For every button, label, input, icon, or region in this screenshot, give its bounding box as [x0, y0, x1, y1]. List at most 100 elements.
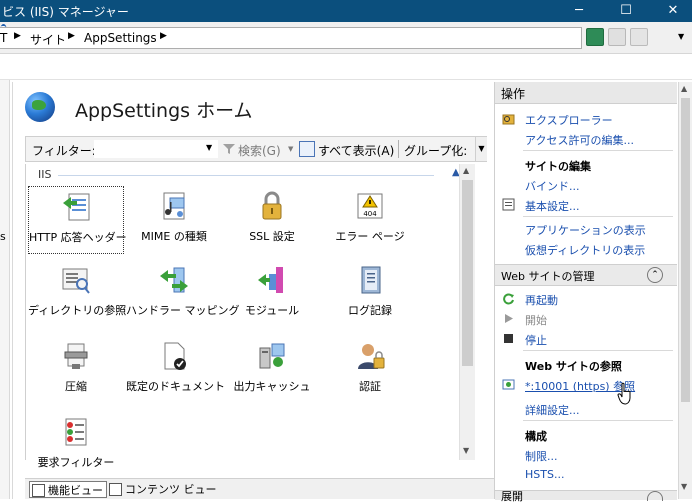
show-all-button[interactable]: すべて表示(A): [318, 142, 394, 159]
tab-features-view[interactable]: 機能ビュー: [29, 481, 107, 498]
funnel-icon: [223, 144, 235, 154]
scroll-thumb[interactable]: [681, 98, 690, 402]
help-dropdown-icon[interactable]: ▼: [678, 32, 684, 41]
go-icon[interactable]: [586, 28, 604, 46]
tab-label: コンテンツ ビュー: [125, 483, 217, 496]
http-response-headers-icon: [63, 193, 90, 221]
manage-website-section[interactable]: Web サイトの管理 ⌃: [495, 264, 677, 286]
connections-panel-edge: s: [0, 80, 10, 499]
feature-label: ディレクトリの参照: [28, 304, 127, 317]
feature-directory-browsing[interactable]: ディレクトリの参照: [28, 260, 127, 328]
actions-header-label: 操作: [501, 87, 526, 101]
features-view-icon: [32, 484, 45, 497]
error-404-badge: 404: [363, 210, 377, 218]
scroll-down-icon[interactable]: ▼: [681, 482, 687, 491]
scroll-thumb[interactable]: [462, 180, 473, 366]
collapse-icon[interactable]: [647, 491, 663, 501]
stop-icon[interactable]: [608, 28, 626, 46]
group-divider: [58, 175, 434, 176]
filter-label: フィルター:: [32, 144, 96, 158]
output-caching-icon: [259, 343, 285, 369]
action-view-virtual-directories[interactable]: 仮想ディレクトリの表示: [525, 242, 645, 258]
feature-grid-scrollbar[interactable]: ▲ ▼: [459, 164, 475, 460]
feature-http-response-headers[interactable]: HTTP 応答ヘッダー: [28, 186, 127, 254]
action-start[interactable]: 開始: [525, 312, 547, 328]
actions-scrollbar[interactable]: ▲ ▼: [678, 82, 692, 499]
browse-icon: [502, 379, 515, 390]
action-basic-settings[interactable]: 基本設定...: [525, 198, 580, 214]
feature-handler-mappings[interactable]: ハンドラー マッピング: [126, 260, 240, 328]
show-all-icon: [299, 141, 315, 157]
modules-icon: [258, 267, 283, 293]
feature-output-caching[interactable]: 出力キャッシュ: [224, 336, 320, 404]
breadcrumb-sites[interactable]: サイト: [30, 31, 66, 48]
mime-types-icon: [163, 192, 185, 220]
minimize-button[interactable]: ─: [556, 0, 602, 22]
collapse-icon[interactable]: ⌃: [647, 267, 663, 283]
action-advanced-settings[interactable]: 詳細設定...: [525, 402, 580, 418]
scroll-down-icon[interactable]: ▼: [463, 446, 469, 455]
feature-label: 圧縮: [65, 380, 87, 393]
default-document-icon: [164, 342, 186, 370]
feature-label: ログ記録: [348, 304, 392, 317]
breadcrumb-server[interactable]: T: [0, 31, 7, 45]
action-hsts[interactable]: HSTS...: [525, 468, 564, 481]
feature-label: モジュール: [244, 304, 300, 317]
action-divider: [523, 420, 673, 421]
page-title: AppSettings ホーム: [75, 100, 253, 122]
search-button[interactable]: 検索(G): [238, 142, 281, 159]
tab-content-view[interactable]: コンテンツ ビュー: [107, 481, 217, 498]
feature-error-pages[interactable]: 404 エラー ページ: [322, 186, 418, 254]
filter-input[interactable]: [94, 140, 218, 158]
feature-modules[interactable]: モジュール: [224, 260, 320, 328]
start-icon: [505, 314, 513, 323]
action-bindings[interactable]: バインド...: [525, 178, 580, 194]
feature-logging[interactable]: ログ記録: [322, 260, 418, 328]
filter-overflow-icon[interactable]: ▼: [475, 137, 487, 161]
feature-ssl-settings[interactable]: SSL 設定: [224, 186, 320, 254]
feature-authentication[interactable]: 認証: [322, 336, 418, 404]
restart-icon: [503, 293, 514, 305]
action-edit-permissions[interactable]: アクセス許可の編集...: [525, 132, 634, 148]
action-divider: [523, 216, 673, 217]
group-header: IIS: [38, 168, 52, 181]
group-by-label[interactable]: グループ化:: [404, 142, 467, 159]
scroll-up-icon[interactable]: ▲: [463, 166, 469, 175]
action-explore[interactable]: エクスプローラー: [525, 112, 613, 128]
feature-default-document[interactable]: 既定のドキュメント: [126, 336, 225, 404]
content-view-icon: [109, 483, 122, 496]
feature-request-filtering[interactable]: 要求フィルター: [28, 412, 124, 480]
explore-icon: [502, 114, 515, 125]
action-restart[interactable]: 再起動: [525, 292, 558, 308]
tab-label: 機能ビュー: [48, 484, 103, 497]
connections-panel-text: s: [0, 230, 6, 243]
action-divider: [523, 350, 673, 351]
breadcrumb-appsettings[interactable]: AppSettings: [84, 31, 157, 45]
breadcrumb-separator[interactable]: ▶: [14, 31, 21, 41]
breadcrumb-separator[interactable]: ▶: [68, 31, 75, 41]
feature-label: エラー ページ: [335, 230, 405, 243]
action-divider: [523, 150, 673, 151]
close-button[interactable]: ✕: [650, 0, 692, 22]
breadcrumb[interactable]: T ▶ サイト ▶ AppSettings ▶: [0, 27, 582, 49]
home-icon[interactable]: [630, 28, 648, 46]
action-view-applications[interactable]: アプリケーションの表示: [525, 222, 646, 238]
toolbar-divider: [398, 140, 399, 158]
feature-mime-types[interactable]: MIME の種類: [126, 186, 222, 254]
feature-compression[interactable]: 圧縮: [28, 336, 124, 404]
breadcrumb-separator[interactable]: ▶: [160, 31, 167, 41]
logging-icon: [361, 266, 381, 294]
scroll-up-icon[interactable]: ▲: [681, 84, 687, 93]
maximize-button[interactable]: ☐: [603, 0, 649, 22]
action-limits[interactable]: 制限...: [525, 448, 558, 464]
feature-label: 認証: [359, 380, 381, 393]
globe-icon: [25, 92, 55, 122]
stop-icon: [504, 334, 513, 343]
search-dropdown-icon[interactable]: ▼: [288, 145, 293, 153]
feature-label: ハンドラー マッピング: [126, 304, 240, 317]
feature-label: SSL 設定: [249, 230, 295, 243]
filter-dropdown-icon[interactable]: ▼: [206, 143, 212, 152]
error-pages-icon: 404: [357, 193, 383, 219]
action-stop[interactable]: 停止: [525, 332, 547, 348]
request-filtering-icon: [65, 418, 87, 446]
